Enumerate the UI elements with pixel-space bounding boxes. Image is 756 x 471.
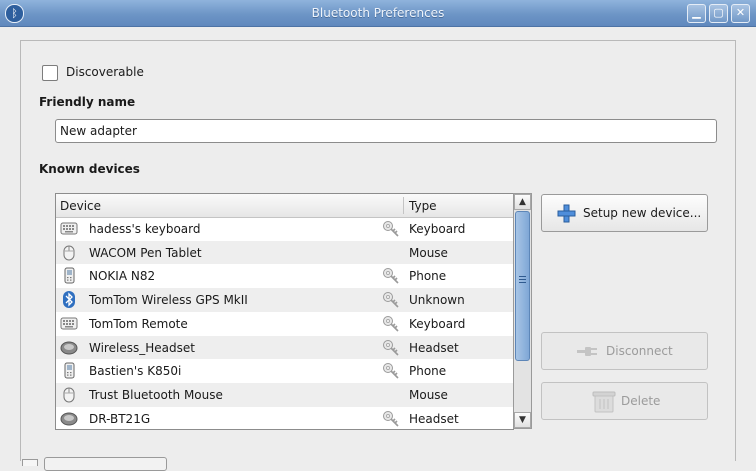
device-type: Unknown [409, 293, 465, 308]
device-name: Wireless_Headset [89, 340, 195, 355]
scroll-down-icon[interactable]: ▼ [514, 412, 531, 428]
discoverable-label[interactable]: Discoverable [66, 65, 144, 79]
friendly-name-heading: Friendly name [39, 95, 136, 109]
plug-icon [577, 347, 597, 356]
phone-icon [60, 267, 78, 284]
paired-key-icon [382, 339, 400, 356]
plus-icon [557, 204, 576, 223]
device-row[interactable]: Bastien's K850i Phone [56, 359, 513, 383]
window-title: Bluetooth Preferences [311, 6, 445, 20]
device-row[interactable]: NOKIA N82 Phone [56, 264, 513, 288]
minimize-icon[interactable]: ▁ [687, 4, 706, 23]
disconnect-button-label: Disconnect [606, 344, 673, 358]
setup-button-label: Setup new device... [583, 206, 702, 220]
paired-key-icon [382, 291, 400, 308]
device-name: DR-BT21G [89, 411, 151, 426]
device-row[interactable]: WACOM Pen Tablet Mouse [56, 240, 513, 265]
vertical-scrollbar[interactable]: ▲ ▼ [513, 193, 532, 429]
device-name: Bastien's K850i [89, 364, 182, 379]
device-type: Keyboard [409, 316, 466, 331]
column-device[interactable]: Device [60, 199, 101, 213]
discoverable-checkbox[interactable] [42, 65, 58, 81]
device-row[interactable]: TomTom Wireless GPS MkII Unknown [56, 288, 513, 312]
mouse-icon [60, 386, 78, 403]
headset-icon [60, 410, 78, 427]
device-name: TomTom Wireless GPS MkII [89, 293, 248, 308]
column-type[interactable]: Type [409, 199, 437, 213]
device-row[interactable]: Trust Bluetooth Mouse Mouse [56, 382, 513, 407]
device-row[interactable]: Wireless_Headset Headset [56, 335, 513, 360]
device-type: Phone [409, 269, 447, 284]
grip-icon [519, 276, 526, 277]
headset-icon [60, 339, 78, 356]
paired-key-icon [382, 362, 400, 379]
device-list[interactable]: Device Type hadess's keyboard Keyboard WAC… [55, 193, 514, 430]
device-name: hadess's keyboard [89, 222, 201, 236]
device-type: Mouse [409, 245, 448, 260]
device-row[interactable]: TomTom Remote Keyboard [56, 312, 513, 336]
delete-button[interactable]: Delete [541, 382, 708, 420]
paired-key-icon [382, 267, 400, 284]
paired-key-icon [382, 410, 400, 427]
device-type: Headset [409, 340, 459, 355]
friendly-name-input[interactable] [55, 119, 717, 143]
device-name: NOKIA N82 [89, 269, 156, 284]
paired-key-icon [382, 315, 400, 332]
title-bar[interactable]: ᛒ Bluetooth Preferences ▁ ▢ ✕ [0, 0, 756, 27]
scroll-thumb[interactable] [515, 211, 530, 361]
device-name: TomTom Remote [89, 316, 188, 331]
scroll-up-icon[interactable]: ▲ [514, 194, 531, 210]
delete-button-label: Delete [621, 394, 661, 408]
mouse-icon [60, 244, 78, 261]
known-devices-heading: Known devices [39, 162, 140, 176]
device-type: Phone [409, 364, 447, 379]
paired-key-icon [382, 220, 400, 237]
device-row[interactable]: hadess's keyboard Keyboard [56, 217, 513, 241]
close-icon[interactable]: ✕ [731, 4, 750, 23]
disconnect-button[interactable]: Disconnect [541, 332, 708, 370]
setup-new-device-button[interactable]: Setup new device... [541, 194, 708, 232]
bottom-button[interactable] [44, 457, 167, 471]
keyboard-icon [60, 220, 78, 237]
device-name: Trust Bluetooth Mouse [89, 387, 223, 402]
maximize-icon[interactable]: ▢ [709, 4, 728, 23]
bottom-checkbox[interactable] [22, 459, 38, 466]
device-row[interactable]: DR-BT21G Headset [56, 407, 513, 429]
list-header: Device Type [56, 194, 513, 218]
column-separator [403, 197, 404, 214]
trash-icon [592, 391, 616, 413]
bluetooth-icon [60, 291, 78, 309]
device-type: Headset [409, 411, 459, 426]
phone-icon [60, 362, 78, 379]
device-type: Mouse [409, 387, 448, 402]
device-name: WACOM Pen Tablet [89, 245, 202, 260]
device-type: Keyboard [409, 222, 466, 236]
keyboard-icon [60, 315, 78, 332]
